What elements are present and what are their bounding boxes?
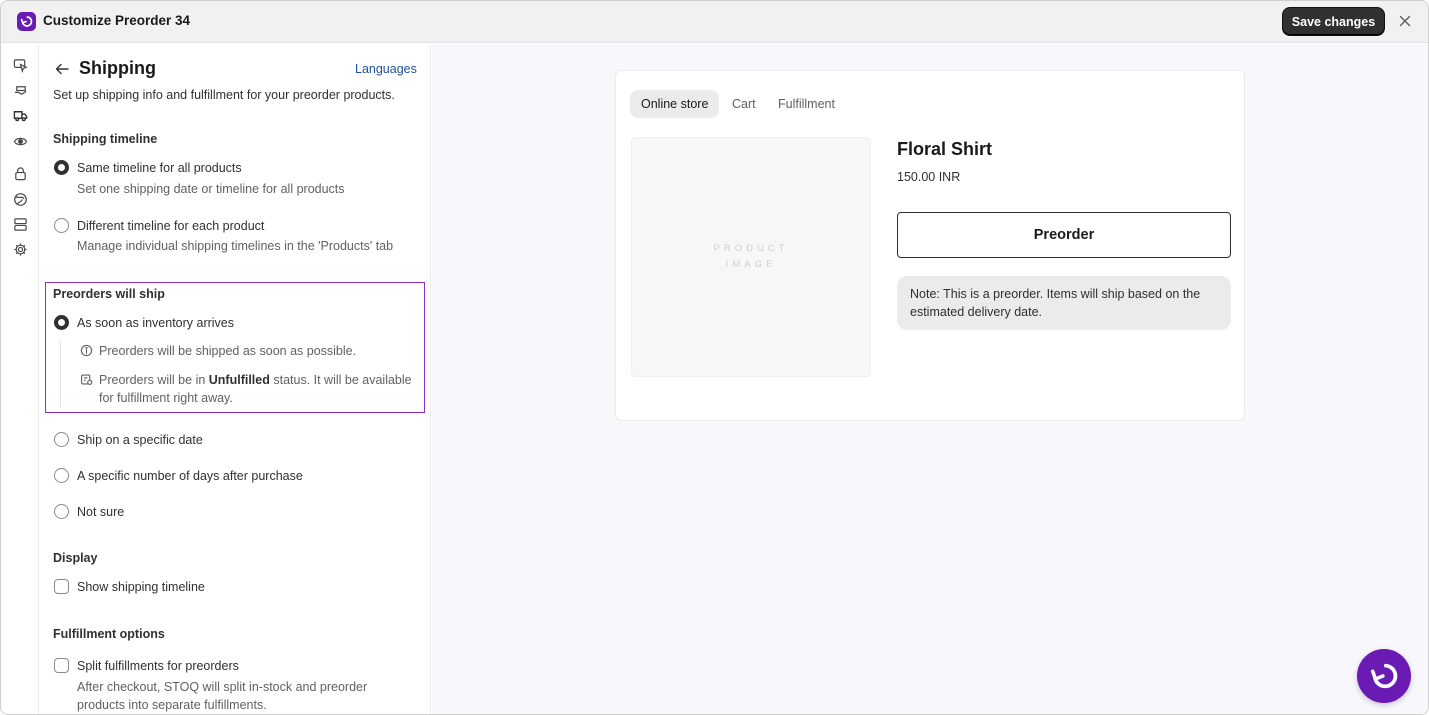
hand-money-icon[interactable] [13, 83, 28, 98]
icon-rail [1, 44, 39, 714]
settings-panel: Shipping Languages Set up shipping info … [39, 44, 431, 714]
option-different-timeline-label: Different timeline for each product [77, 219, 265, 233]
show-shipping-timeline-label: Show shipping timeline [77, 580, 205, 594]
option-days-after-purchase-label: A specific number of days after purchase [77, 469, 303, 483]
split-fulfillments-label: Split fulfillments for preorders [77, 659, 239, 673]
product-image-text: PRODUCT IMAGE [713, 243, 789, 270]
app-launcher-button[interactable] [1357, 649, 1411, 703]
option-same-timeline-help: Set one shipping date or timeline for al… [77, 182, 345, 196]
option-not-sure-label: Not sure [77, 505, 125, 519]
preorder-button[interactable]: Preorder [897, 212, 1231, 258]
eye-icon[interactable] [13, 134, 28, 149]
option-same-timeline-label: Same timeline for all products [77, 161, 242, 175]
order-status-icon [80, 373, 93, 386]
radio-not-sure[interactable] [54, 504, 69, 519]
option-different-timeline-help: Manage individual shipping timelines in … [77, 239, 394, 253]
preorders-ship-heading: Preorders will ship [53, 287, 165, 301]
product-name: Floral Shirt [897, 139, 993, 159]
radio-inventory-arrives[interactable] [54, 315, 69, 330]
option-inventory-arrives-label: As soon as inventory arrives [77, 316, 235, 330]
info-shipped-asap: Preorders will be shipped as soon as pos… [99, 344, 357, 358]
app-logo-icon [1370, 663, 1398, 689]
preorder-note: Note: This is a preorder. Items will shi… [897, 276, 1231, 330]
info-divider [60, 341, 61, 407]
radio-specific-date[interactable] [54, 432, 69, 447]
split-fulfillments-checkbox[interactable] [54, 658, 69, 673]
lock-icon[interactable] [13, 166, 28, 181]
back-arrow-icon[interactable] [54, 61, 70, 77]
info-unfulfilled-status: Preorders will be in Unfulfilled status.… [99, 373, 412, 405]
fulfillment-options-heading: Fulfillment options [53, 627, 165, 641]
tab-fulfillment[interactable]: Fulfillment [778, 90, 835, 118]
radio-days-after-purchase[interactable] [54, 468, 69, 483]
save-changes-button[interactable]: Save changes [1283, 8, 1384, 35]
display-heading: Display [53, 551, 98, 565]
languages-link[interactable]: Languages [355, 62, 417, 76]
cursor-icon[interactable] [13, 58, 28, 74]
option-specific-date-label: Ship on a specific date [77, 433, 203, 447]
radio-same-timeline[interactable] [54, 160, 69, 175]
page-subtitle: Set up shipping info and fulfillment for… [53, 88, 395, 102]
show-shipping-timeline-checkbox[interactable] [54, 579, 69, 594]
info-icon [80, 344, 93, 357]
globe-icon[interactable] [13, 192, 28, 207]
page-title: Shipping [79, 58, 156, 78]
customize-window: Customize Preorder 34 Save changes Shipp… [0, 0, 1429, 715]
gear-icon[interactable] [13, 242, 28, 257]
product-image-placeholder: PRODUCT IMAGE [631, 137, 871, 377]
window-title: Customize Preorder 34 [43, 13, 191, 28]
top-bar: Customize Preorder 34 Save changes [1, 1, 1428, 43]
app-logo-icon [17, 12, 36, 31]
shipping-timeline-heading: Shipping timeline [53, 132, 158, 146]
product-price: 150.00 INR [897, 170, 961, 184]
split-fulfillments-help: After checkout, STOQ will split in-stock… [77, 680, 368, 712]
preview-card: Online store Cart Fulfillment PRODUCT IM… [615, 70, 1245, 421]
tab-cart[interactable]: Cart [732, 90, 756, 118]
close-icon[interactable] [1397, 13, 1413, 29]
truck-icon[interactable] [13, 108, 28, 123]
tab-online-store[interactable]: Online store [630, 90, 720, 118]
layout-icon[interactable] [13, 217, 28, 232]
radio-different-timeline[interactable] [54, 218, 69, 233]
